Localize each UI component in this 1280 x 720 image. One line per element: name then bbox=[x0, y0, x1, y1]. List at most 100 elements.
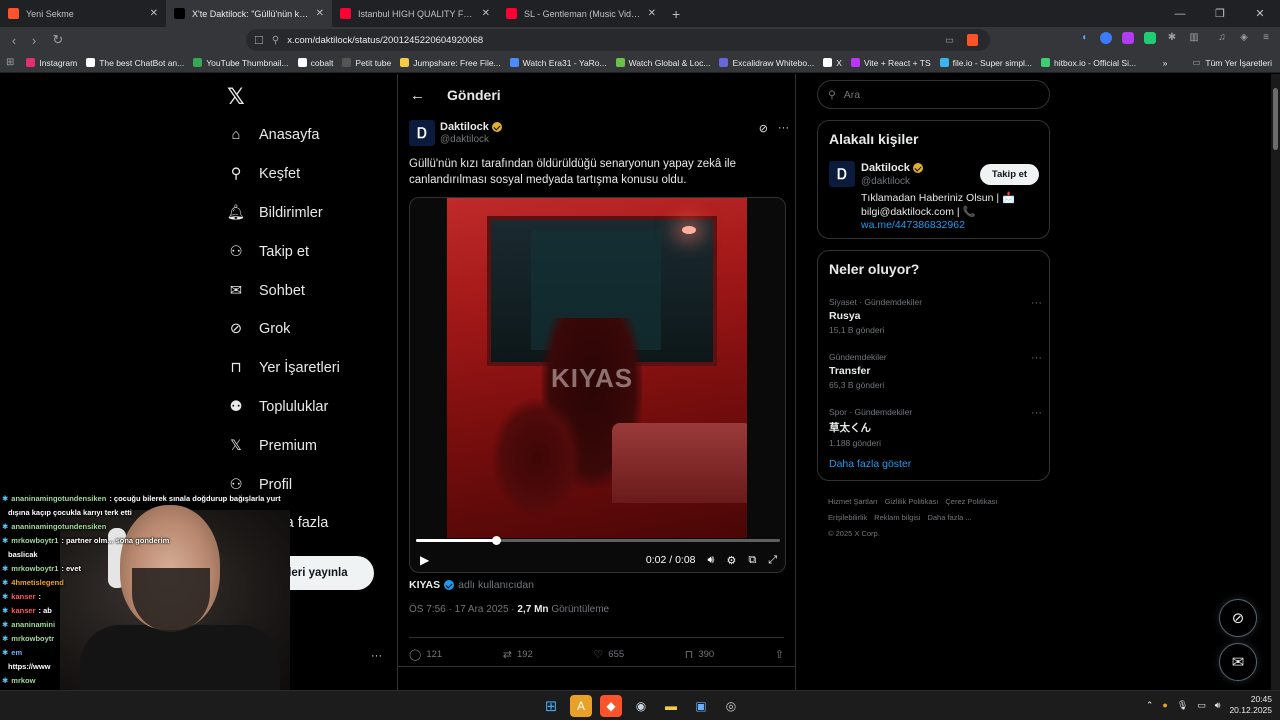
footer-link[interactable]: Erişilebilirlik bbox=[828, 513, 867, 522]
chat-username[interactable]: mrkowboytr bbox=[11, 632, 54, 646]
attribution-user[interactable]: KIYAS bbox=[409, 579, 440, 591]
fullscreen-icon[interactable]: ⤢ bbox=[768, 554, 777, 567]
site-info-icon[interactable]: ⚲ bbox=[272, 35, 279, 46]
close-tab-icon[interactable]: ✕ bbox=[482, 8, 490, 19]
chat-username[interactable]: mrkowboytr1 bbox=[11, 534, 58, 548]
chat-username[interactable]: mrkowboytr1 bbox=[11, 562, 58, 576]
bookmarks-overflow-button[interactable]: » bbox=[1163, 58, 1168, 68]
steam-icon[interactable]: ◉ bbox=[630, 695, 652, 717]
bookmark-item[interactable]: cobalt bbox=[297, 58, 333, 68]
microphone-icon[interactable]: 🎙︎ bbox=[1177, 700, 1188, 711]
bio-link[interactable]: wa.me/447386832962 bbox=[861, 219, 1041, 233]
video-progress-bar[interactable] bbox=[416, 536, 780, 545]
tray-expand-icon[interactable]: ⌃ bbox=[1146, 700, 1154, 711]
wallet-icon[interactable]: ◈ bbox=[1238, 32, 1250, 44]
related-name-row[interactable]: Daktilock bbox=[861, 162, 923, 174]
x-logo-icon[interactable]: 𝕏 bbox=[227, 84, 245, 110]
url-bar[interactable]: ☐ ⚲ x.com/daktilock/status/2001245220604… bbox=[246, 29, 990, 51]
app-icon[interactable]: A bbox=[570, 695, 592, 717]
bookmark-page-icon[interactable]: ☐ bbox=[254, 34, 264, 47]
sidebar-item-topluluklar[interactable]: ⚉ Topluluklar bbox=[222, 388, 402, 427]
more-options-icon[interactable]: ··· bbox=[1031, 407, 1042, 419]
avatar[interactable]: Ꭰ bbox=[409, 120, 435, 146]
footer-link[interactable]: Çerez Politikası bbox=[945, 497, 997, 506]
video-progress-knob[interactable] bbox=[492, 536, 502, 545]
share-button[interactable]: ⇧ bbox=[775, 648, 784, 661]
sidebar-item-keşfet[interactable]: ⚲ Keşfet bbox=[222, 155, 402, 194]
extension-icon[interactable]: ◖ bbox=[1078, 32, 1090, 44]
extension-icon[interactable] bbox=[1144, 32, 1156, 44]
chat-username[interactable]: ananinamini bbox=[11, 618, 55, 632]
obs-icon[interactable]: ◎ bbox=[720, 695, 742, 717]
trend-item[interactable]: Siyaset · Gündemdekiler Rusya 15,1 B gönde… bbox=[829, 297, 1042, 335]
bookmark-item[interactable]: Instagram bbox=[26, 58, 77, 68]
close-window-icon[interactable]: ✕ bbox=[1240, 7, 1280, 20]
windows-start-icon[interactable]: ⊞ bbox=[540, 695, 562, 717]
chat-username[interactable]: mrkow bbox=[11, 674, 35, 688]
search-input[interactable]: ⚲ Ara bbox=[817, 80, 1050, 109]
bookmark-item[interactable]: file.io - Super simpl... bbox=[939, 58, 1032, 68]
browser-tab[interactable]: SL - Gentleman (Music Video) | @SL ✕ bbox=[498, 0, 664, 27]
chat-username[interactable]: kanser bbox=[11, 604, 35, 618]
speaker-icon[interactable]: 🔊︎ bbox=[1215, 700, 1221, 711]
puzzle-icon[interactable]: ✱ bbox=[1166, 32, 1178, 44]
bookmark-item[interactable]: hitbox.io - Official Si... bbox=[1041, 58, 1136, 68]
author-name-row[interactable]: Daktilock bbox=[440, 121, 502, 133]
back-arrow-icon[interactable]: ← bbox=[410, 87, 425, 104]
footer-link[interactable]: Gizlilik Politikası bbox=[885, 497, 939, 506]
chat-username[interactable]: kanser bbox=[11, 590, 35, 604]
close-tab-icon[interactable]: ✕ bbox=[316, 8, 324, 19]
bookmark-item[interactable]: Excalidraw Whitebo... bbox=[719, 58, 814, 68]
browser-tab[interactable]: Istanbul HIGH QUALITY Fake Market ✕ bbox=[332, 0, 498, 27]
bookmark-item[interactable]: Watch Global & Loc... bbox=[615, 58, 710, 68]
menu-icon[interactable]: ≡ bbox=[1260, 32, 1272, 44]
more-options-icon[interactable]: ··· bbox=[778, 122, 789, 135]
apps-grid-icon[interactable]: ⊞ bbox=[6, 57, 14, 68]
avatar[interactable]: Ꭰ bbox=[829, 161, 855, 187]
repost-button[interactable]: ⇄ 192 bbox=[503, 648, 533, 661]
bookmark-item[interactable]: YouTube Thumbnail... bbox=[193, 58, 289, 68]
browser-tab[interactable]: Yeni Sekme ✕ bbox=[0, 0, 166, 27]
chat-username[interactable]: 4hmetislegend bbox=[11, 576, 64, 590]
scrollbar[interactable] bbox=[1271, 74, 1280, 690]
bookmark-item[interactable]: Vite + React + TS bbox=[850, 58, 931, 68]
sidebar-item-sohbet[interactable]: ✉ Sohbet bbox=[222, 271, 402, 310]
cast-icon[interactable]: ▭ bbox=[945, 35, 954, 46]
browser-tab[interactable]: X'te Daktilock: "Güllü'nün kızı tarafınd… bbox=[166, 0, 332, 27]
volume-icon[interactable]: 🔊︎ bbox=[708, 554, 715, 567]
chat-username[interactable]: ananinamingotundensiken bbox=[11, 520, 106, 534]
forward-icon[interactable]: › bbox=[24, 33, 44, 48]
video-player[interactable]: KIYAS ▶ 0:02 / 0:08 🔊︎ ⚙ ⧉ ⤢ bbox=[409, 197, 786, 573]
reply-button[interactable]: ◯ 121 bbox=[409, 648, 442, 661]
play-icon[interactable]: ▶ bbox=[420, 553, 429, 567]
network-icon[interactable]: ▭ bbox=[1197, 700, 1206, 711]
more-options-icon[interactable]: ··· bbox=[1031, 297, 1042, 309]
restore-icon[interactable]: ❐ bbox=[1200, 7, 1240, 20]
sidebar-item-premium[interactable]: 𝕏 Premium bbox=[222, 426, 402, 465]
follow-button[interactable]: Takip et bbox=[980, 164, 1039, 185]
reload-icon[interactable]: ↻ bbox=[48, 32, 68, 48]
clock[interactable]: 20:45 20.12.2025 bbox=[1229, 694, 1272, 716]
sidebar-item-anasayfa[interactable]: ⌂ Anasayfa bbox=[222, 116, 402, 155]
like-button[interactable]: ♡ 655 bbox=[593, 648, 624, 661]
pip-icon[interactable]: ⧉ bbox=[748, 554, 756, 567]
post-time[interactable]: ÖS 7:56 · 17 Ara 2025 · bbox=[409, 604, 517, 615]
trend-item[interactable]: Spor · Gündemdekiler 草太くん 1.188 gönderi ··· bbox=[829, 407, 1042, 448]
sidebar-item-bildirimler[interactable]: 🔔︎ Bildirimler bbox=[222, 194, 402, 233]
vpn-icon[interactable] bbox=[1100, 32, 1112, 44]
sidebar-icon[interactable]: ▥ bbox=[1188, 32, 1200, 44]
back-icon[interactable]: ‹ bbox=[4, 33, 24, 48]
app-icon[interactable]: ▣ bbox=[690, 695, 712, 717]
messages-fab-icon[interactable]: ✉ bbox=[1219, 643, 1257, 681]
extension-icon[interactable] bbox=[1122, 32, 1134, 44]
sidebar-item-takip-et[interactable]: ⚇ Takip et bbox=[222, 232, 402, 271]
bookmark-button[interactable]: ⊓ 390 bbox=[685, 648, 714, 661]
close-tab-icon[interactable]: ✕ bbox=[648, 8, 656, 19]
sidebar-item-grok[interactable]: ⊘ Grok bbox=[222, 310, 402, 349]
bookmark-item[interactable]: Petit tube bbox=[342, 58, 391, 68]
more-options-icon[interactable]: ··· bbox=[1031, 352, 1042, 364]
bookmark-item[interactable]: The best ChatBot an... bbox=[86, 58, 184, 68]
bookmark-item[interactable]: X bbox=[823, 58, 842, 68]
file-explorer-icon[interactable]: ▬ bbox=[660, 695, 682, 717]
footer-link[interactable]: Hizmet Şartları bbox=[828, 497, 878, 506]
